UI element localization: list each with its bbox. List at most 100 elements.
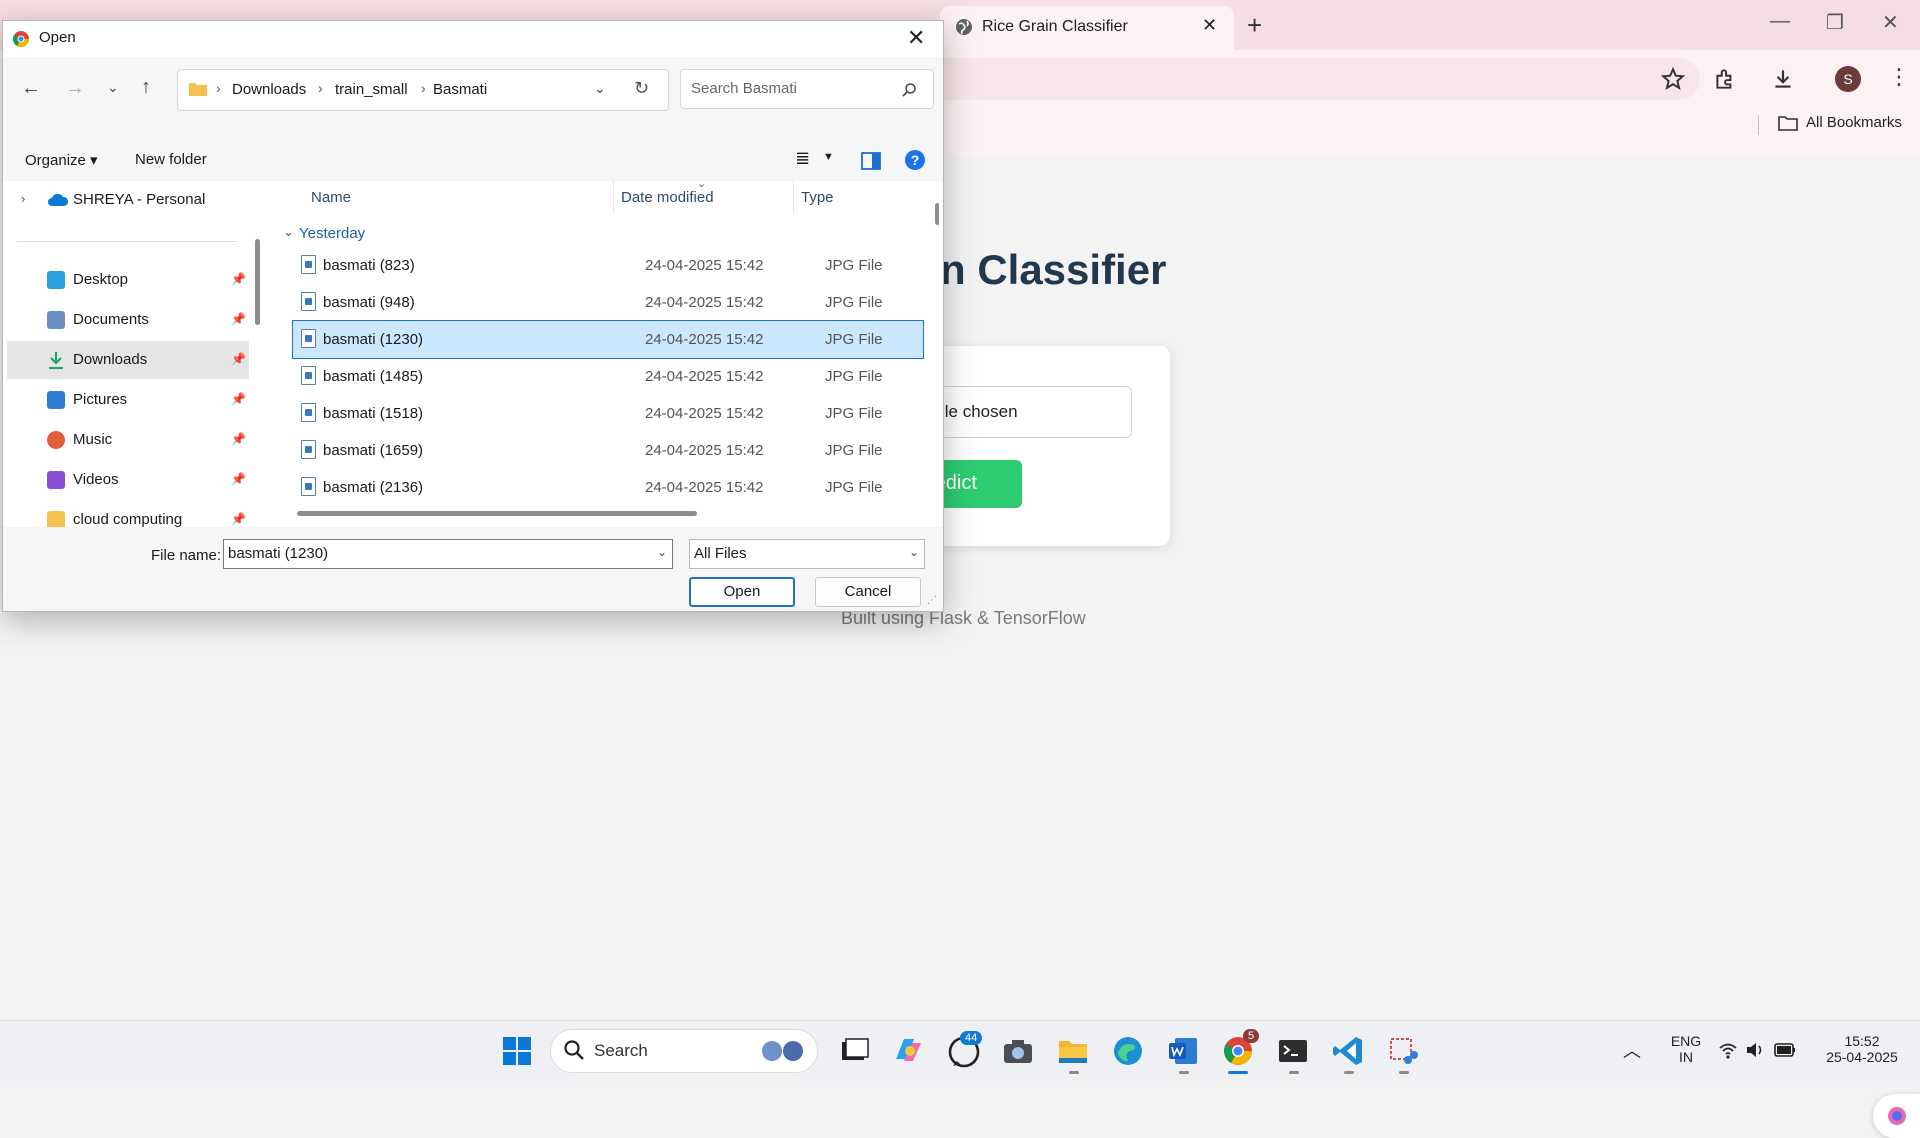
tab-title: Rice Grain Classifier — [982, 18, 1128, 35]
windows-start-icon[interactable] — [497, 1031, 537, 1071]
file-row[interactable]: basmati (1485) 24-04-2025 15:42 JPG File — [293, 358, 923, 395]
group-header-yesterday[interactable]: Yesterday — [299, 225, 365, 242]
file-name-input[interactable]: basmati (1230) — [223, 539, 673, 569]
copilot-icon[interactable] — [888, 1031, 928, 1071]
tray-chevron-icon[interactable]: ︿ — [1623, 1037, 1641, 1063]
nav-item-pictures[interactable]: Pictures 📌 — [7, 381, 249, 419]
breadcrumb-separator: › — [421, 80, 426, 96]
file-date: 24-04-2025 15:42 — [645, 479, 764, 496]
nav-item-downloads[interactable]: Downloads 📌 — [7, 341, 249, 379]
region-code: IN — [1679, 1049, 1693, 1065]
file-type: JPG File — [825, 368, 883, 385]
edge-icon[interactable] — [1108, 1031, 1148, 1071]
nav-item-videos[interactable]: Videos 📌 — [7, 461, 249, 499]
wifi-icon[interactable] — [1718, 1041, 1738, 1059]
clock[interactable]: 15:52 25-04-2025 — [1812, 1033, 1912, 1065]
organize-menu[interactable]: Organize ▾ — [25, 151, 98, 169]
file-row[interactable]: basmati (1659) 24-04-2025 15:42 JPG File — [293, 432, 923, 469]
file-row-selected[interactable]: basmati (1230) 24-04-2025 15:42 JPG File — [292, 320, 924, 359]
language-indicator[interactable]: ENG IN — [1666, 1033, 1706, 1065]
nav-item-desktop[interactable]: Desktop 📌 — [7, 261, 249, 299]
menu-icon[interactable]: ⋮ — [1888, 64, 1910, 90]
address-bar[interactable] — [940, 58, 1700, 100]
help-icon[interactable]: ? — [905, 150, 925, 170]
file-row[interactable]: basmati (2136) 24-04-2025 15:42 JPG File — [293, 469, 923, 506]
up-arrow-icon[interactable]: ↑ — [141, 76, 151, 99]
task-view-icon[interactable] — [833, 1031, 873, 1071]
file-type-select[interactable]: All Files — [689, 539, 925, 569]
nav-scrollbar-thumb[interactable] — [255, 239, 260, 325]
dialog-search-input[interactable]: Search Basmati — [680, 69, 934, 109]
file-name-dropdown-icon[interactable]: ⌄ — [657, 545, 667, 559]
group-collapse-chevron-icon[interactable]: ⌄ — [283, 224, 294, 240]
file-explorer-icon[interactable] — [1053, 1031, 1093, 1071]
dialog-close-icon[interactable]: ✕ — [907, 25, 925, 51]
back-arrow-icon[interactable]: ← — [21, 77, 41, 100]
new-tab-icon[interactable]: + — [1247, 10, 1262, 41]
clock-time: 15:52 — [1844, 1033, 1880, 1049]
column-header-name[interactable]: Name — [311, 189, 351, 206]
bookmark-star-icon[interactable] — [1660, 66, 1686, 92]
view-options-icon[interactable]: ≣ — [795, 148, 810, 169]
column-header-type[interactable]: Type — [801, 189, 834, 206]
chrome-active-indicator — [1228, 1071, 1248, 1074]
nav-item-onedrive[interactable]: › SHREYA - Personal — [7, 181, 249, 219]
cancel-button[interactable]: Cancel — [815, 577, 921, 607]
breadcrumb-train-small[interactable]: train_small — [335, 81, 408, 98]
minimize-icon[interactable]: — — [1770, 10, 1790, 33]
view-dropdown-icon[interactable]: ▼ — [823, 151, 834, 163]
file-type: JPG File — [825, 479, 883, 496]
volume-icon[interactable] — [1745, 1041, 1765, 1059]
assistant-icon[interactable] — [1873, 1094, 1920, 1138]
tab-close-icon[interactable]: ✕ — [1202, 15, 1217, 36]
nav-item-documents[interactable]: Documents 📌 — [7, 301, 249, 339]
open-file-dialog: Open ✕ ← → ⌄ ↑ › Downloads › train_small… — [2, 20, 944, 612]
dialog-command-bar: Organize ▾ New folder ≣ ▼ ? — [3, 141, 943, 181]
battery-icon[interactable] — [1774, 1042, 1796, 1058]
breadcrumb-basmati[interactable]: Basmati — [433, 81, 487, 98]
file-type: JPG File — [825, 257, 883, 274]
restore-icon[interactable]: ❐ — [1826, 10, 1844, 35]
expand-chevron-icon[interactable]: › — [21, 191, 25, 206]
column-header-date[interactable]: Date modified — [621, 189, 714, 206]
file-date: 24-04-2025 15:42 — [645, 331, 764, 348]
file-type-dropdown-icon[interactable]: ⌄ — [909, 545, 919, 559]
taskbar-search[interactable]: Search — [550, 1029, 818, 1073]
nav-scrollbar[interactable] — [253, 181, 261, 527]
navigation-pane: › SHREYA - Personal Desktop 📌 Documents … — [3, 181, 265, 527]
open-button[interactable]: Open — [689, 577, 795, 607]
vertical-scrollbar-thumb[interactable] — [935, 203, 939, 225]
recent-locations-chevron-icon[interactable]: ⌄ — [107, 79, 119, 96]
camera-icon[interactable] — [998, 1031, 1038, 1071]
vscode-icon[interactable] — [1328, 1031, 1368, 1071]
terminal-icon[interactable] — [1273, 1031, 1313, 1071]
file-row[interactable]: basmati (948) 24-04-2025 15:42 JPG File — [293, 284, 923, 321]
preview-pane-icon[interactable] — [861, 152, 881, 170]
pin-icon: 📌 — [231, 392, 246, 406]
forward-arrow-icon[interactable]: → — [65, 77, 85, 100]
file-row[interactable]: basmati (1518) 24-04-2025 15:42 JPG File — [293, 395, 923, 432]
videos-icon — [47, 471, 65, 489]
horizontal-scrollbar-thumb[interactable] — [297, 511, 697, 516]
profile-avatar[interactable]: S — [1835, 66, 1861, 92]
tab-rice-grain-classifier[interactable]: Rice Grain Classifier ✕ — [940, 6, 1234, 50]
breadcrumb[interactable]: › Downloads › train_small › Basmati ⌄ ↻ — [177, 69, 669, 111]
file-row[interactable]: basmati (823) 24-04-2025 15:42 JPG File — [293, 247, 923, 284]
close-window-icon[interactable]: ✕ — [1882, 10, 1899, 35]
snipping-tool-icon[interactable] — [1383, 1031, 1423, 1071]
column-divider[interactable] — [613, 181, 614, 213]
refresh-icon[interactable]: ↻ — [634, 78, 649, 99]
new-folder-button[interactable]: New folder — [135, 151, 207, 168]
column-divider[interactable] — [793, 181, 794, 213]
extensions-icon[interactable] — [1712, 66, 1738, 92]
address-dropdown-icon[interactable]: ⌄ — [594, 80, 606, 97]
nav-item-cloud-computing[interactable]: cloud computing 📌 — [7, 501, 249, 527]
all-bookmarks[interactable]: All Bookmarks — [1778, 114, 1902, 131]
language-code: ENG — [1670, 1033, 1702, 1049]
resize-grip-icon[interactable]: ⋰ — [927, 595, 937, 606]
word-icon[interactable] — [1163, 1031, 1203, 1071]
nav-item-music[interactable]: Music 📌 — [7, 421, 249, 459]
breadcrumb-downloads[interactable]: Downloads — [232, 81, 306, 98]
brain-icon — [1888, 1107, 1906, 1125]
downloads-icon[interactable] — [1770, 66, 1796, 92]
